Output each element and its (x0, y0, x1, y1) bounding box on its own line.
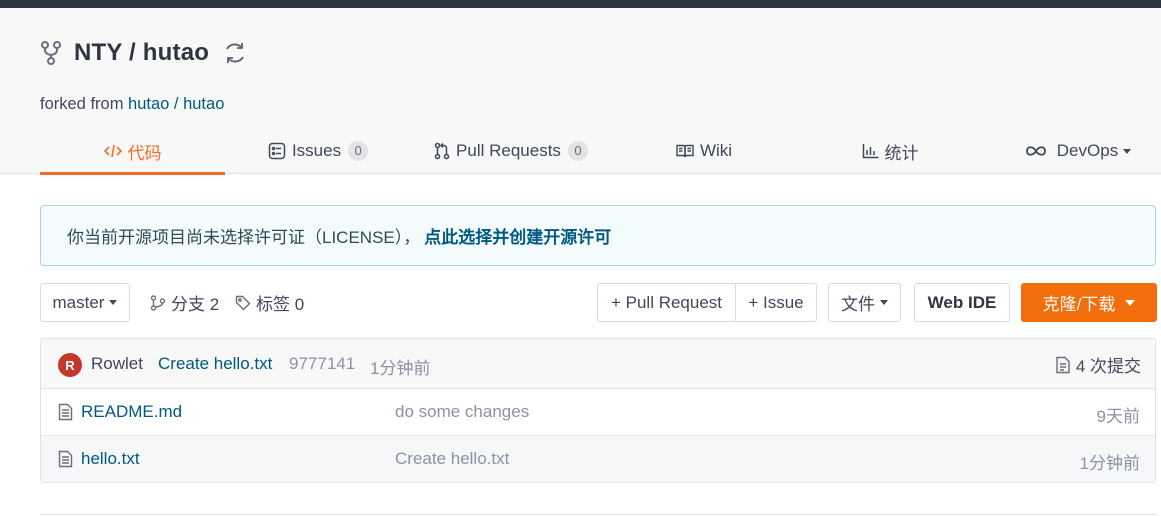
files-dropdown[interactable]: 文件 (828, 283, 901, 322)
last-commit-row: R Rowlet Create hello.txt 9777141 1分钟前 4… (41, 339, 1155, 389)
branch-select-label: master (52, 292, 105, 312)
file-name[interactable]: hello.txt (81, 449, 140, 469)
tab-wiki[interactable]: Wiki (670, 128, 738, 174)
infinity-icon (1024, 144, 1048, 158)
file-icon (58, 403, 73, 421)
clone-download-label: 克隆/下载 (1042, 295, 1116, 314)
repo-toolbar: master 分支 2 标签 0 + Pull Request + Issue … (40, 283, 1161, 323)
repo-name[interactable]: NTY / hutao (74, 39, 209, 67)
license-notice-text: 你当前开源项目尚未选择许可证（LICENSE）， (67, 228, 421, 247)
code-icon (103, 143, 122, 159)
tag-icon (235, 295, 251, 311)
create-button-group: + Pull Request + Issue (597, 283, 817, 322)
commit-author[interactable]: Rowlet (91, 354, 143, 374)
tab-wiki-label: Wiki (699, 141, 733, 160)
repo-tabs: 代码 Issues 0 Pull Requests 0 Wiki 统计 DevO… (40, 128, 1161, 175)
file-name[interactable]: README.md (81, 402, 182, 422)
chevron-down-icon (880, 300, 888, 305)
tab-stats[interactable]: 统计 (854, 128, 926, 174)
new-issue-button[interactable]: + Issue (735, 284, 816, 321)
sync-icon[interactable] (221, 39, 249, 67)
chevron-down-icon (109, 300, 118, 305)
commit-sha[interactable]: 9777141 (289, 354, 355, 374)
pull-request-icon (434, 142, 450, 160)
file-commit-message[interactable]: Create hello.txt (395, 449, 509, 469)
tab-devops[interactable]: DevOps (1020, 128, 1135, 174)
commits-icon (1055, 356, 1071, 374)
forked-prefix: forked from (40, 95, 129, 113)
tab-devops-label: DevOps (1056, 141, 1119, 160)
commit-time: 1分钟前 (370, 359, 431, 378)
repo-owner[interactable]: NTY (74, 39, 122, 66)
files-dropdown-label: 文件 (841, 295, 875, 314)
issues-count-badge: 0 (348, 141, 369, 161)
forked-from: forked from hutao / hutao (40, 95, 224, 114)
tab-issues[interactable]: Issues 0 (268, 128, 369, 174)
tab-stats-label: 统计 (884, 143, 919, 163)
issues-icon (268, 142, 286, 160)
tab-issues-label: Issues (291, 141, 342, 160)
table-row[interactable]: README.md do some changes 9天前 (41, 389, 1155, 436)
commit-count-link[interactable]: 4 次提交 (1055, 352, 1141, 377)
tab-pull-requests[interactable]: Pull Requests 0 (434, 128, 588, 174)
create-license-link[interactable]: 点此选择并创建开源许可 (424, 223, 611, 248)
tab-pull-requests-label: Pull Requests (456, 141, 561, 160)
forked-from-link[interactable]: hutao / hutao (128, 95, 224, 113)
license-notice: 你当前开源项目尚未选择许可证（LICENSE）， 点此选择并创建开源许可 (40, 205, 1156, 266)
tab-code[interactable]: 代码 (40, 128, 225, 175)
clone-download-button[interactable]: 克隆/下载 (1021, 283, 1157, 322)
chevron-down-icon (1123, 148, 1132, 154)
top-bar (0, 0, 1161, 8)
commit-message[interactable]: Create hello.txt (158, 354, 272, 374)
file-icon (58, 450, 73, 468)
branches-link[interactable]: 分支 2 (150, 283, 219, 322)
chevron-down-icon (1125, 299, 1136, 306)
file-commit-message[interactable]: do some changes (395, 402, 529, 422)
repo-title: NTY / hutao (40, 38, 249, 68)
section-divider (40, 514, 1156, 515)
branches-label: 分支 2 (171, 295, 220, 314)
file-time: 1分钟前 (1079, 454, 1140, 473)
file-time: 9天前 (1096, 407, 1140, 426)
repo-header: NTY / hutao forked from hutao / hutao 代码 (0, 8, 1161, 175)
pull-requests-count-badge: 0 (567, 141, 588, 161)
commit-count: 4 次提交 (1075, 357, 1141, 376)
tags-link[interactable]: 标签 0 (235, 283, 304, 322)
branch-select[interactable]: master (40, 283, 130, 322)
new-pull-request-button[interactable]: + Pull Request (598, 284, 735, 321)
table-row[interactable]: hello.txt Create hello.txt 1分钟前 (41, 436, 1155, 482)
tab-code-label: 代码 (127, 143, 162, 163)
tags-label: 标签 0 (256, 295, 305, 314)
avatar[interactable]: R (58, 353, 82, 377)
file-list: R Rowlet Create hello.txt 9777141 1分钟前 4… (40, 338, 1156, 483)
fork-icon (40, 39, 66, 67)
wiki-icon (676, 144, 694, 158)
web-ide-button[interactable]: Web IDE (914, 283, 1010, 322)
repo-separator: / (122, 39, 143, 66)
repo-name-text[interactable]: hutao (143, 39, 209, 66)
stats-icon (862, 143, 879, 159)
branch-icon (150, 294, 166, 311)
